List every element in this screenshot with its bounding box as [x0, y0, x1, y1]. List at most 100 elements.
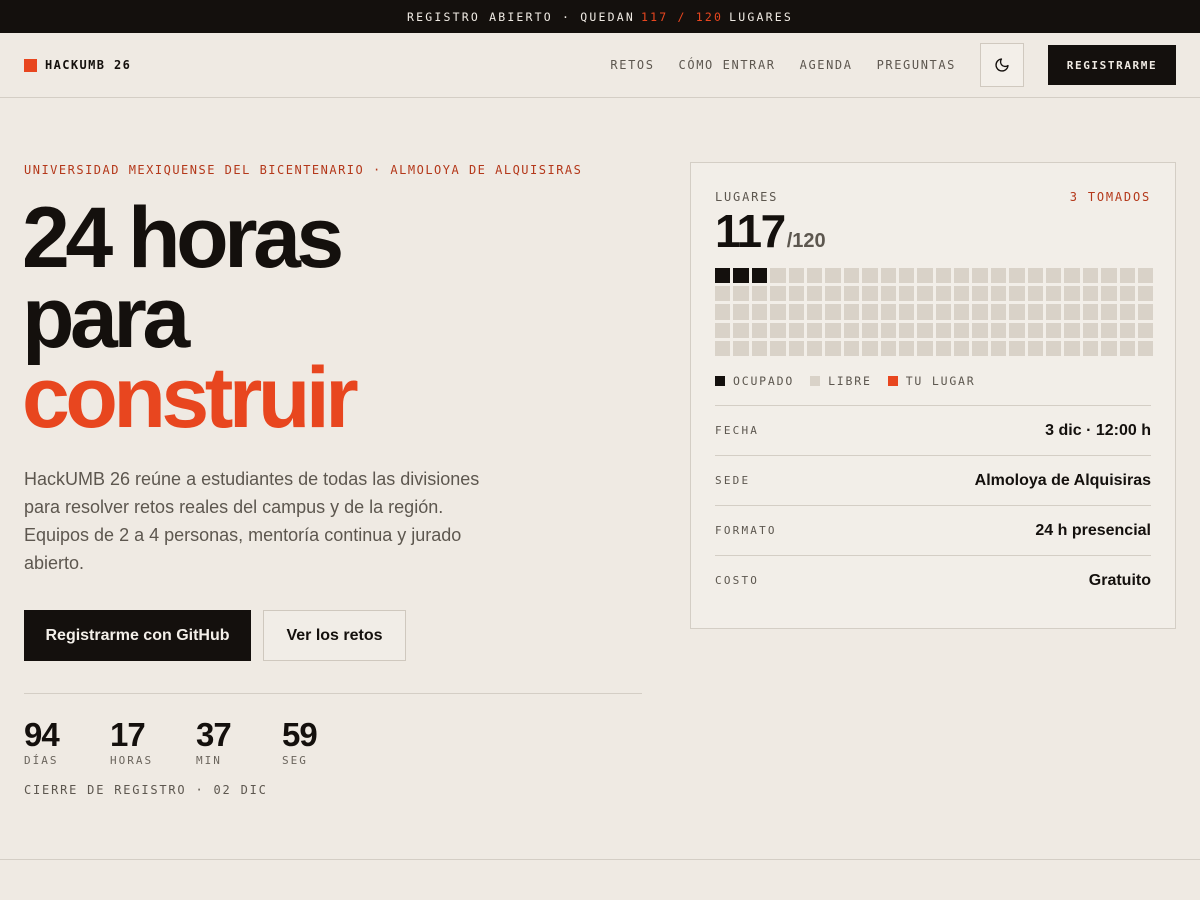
seat-free	[862, 304, 878, 320]
announcement-bar: REGISTRO ABIERTO · QUEDAN 117 / 120 LUGA…	[0, 0, 1200, 33]
seat-free	[825, 322, 841, 338]
view-challenges-button[interactable]: Ver los retos	[263, 610, 406, 661]
seats-card: LUGARES 3 TOMADOS 117 /120 OCUPADO LIBRE…	[690, 162, 1176, 629]
moon-icon	[995, 58, 1009, 72]
detail-key: COSTO	[715, 574, 760, 587]
seat-free	[880, 322, 896, 338]
seat-free	[751, 304, 768, 320]
seat-free	[715, 322, 731, 338]
seat-free	[1137, 322, 1154, 338]
seat-free	[806, 304, 823, 320]
main-nav: RETOS CÓMO ENTRAR AGENDA PREGUNTAS	[610, 57, 956, 73]
seat-free	[806, 286, 823, 302]
seat-free	[972, 268, 988, 284]
countdown-label: HORAS	[110, 754, 154, 767]
hero-title-line-1: 24 horas	[22, 190, 344, 286]
legend-label: OCUPADO	[733, 374, 795, 388]
hero-eyebrow: UNIVERSIDAD MEXIQUENSE DEL BICENTENARIO …	[24, 163, 583, 177]
seat-free	[898, 304, 915, 320]
countdown-hours: 17 HORAS	[110, 716, 196, 767]
seat-free	[843, 322, 860, 338]
countdown-seconds: 59 SEG	[282, 716, 368, 767]
seat-free	[917, 268, 933, 284]
seat-taken	[751, 268, 768, 284]
countdown-label: SEG	[282, 754, 308, 767]
seat-free	[1046, 286, 1062, 302]
legend-free: LIBRE	[810, 374, 872, 388]
seat-free	[806, 268, 823, 284]
seat-free	[1064, 286, 1080, 302]
seat-free	[733, 340, 749, 356]
site-header: HACKUMB 26 RETOS CÓMO ENTRAR AGENDA PREG…	[0, 33, 1200, 98]
section-divider	[0, 859, 1200, 860]
legend-taken: OCUPADO	[715, 374, 794, 388]
seat-free	[770, 304, 786, 320]
nav-item-como-entrar[interactable]: CÓMO ENTRAR	[679, 58, 776, 72]
seat-free	[770, 286, 786, 302]
seat-free	[898, 268, 915, 284]
seat-free	[733, 286, 749, 302]
countdown-label: DÍAS	[24, 754, 59, 767]
seat-free	[880, 268, 896, 284]
nav-item-retos[interactable]: RETOS	[610, 58, 654, 72]
seat-free	[1082, 286, 1099, 302]
seat-free	[917, 286, 933, 302]
seat-free	[770, 322, 786, 338]
legend-label: LIBRE	[828, 374, 872, 388]
seat-free	[862, 268, 878, 284]
detail-key: FORMATO	[715, 524, 777, 537]
hero-title: 24 horas para construir	[22, 190, 359, 446]
github-register-button[interactable]: Registrarme con GitHub	[24, 610, 251, 661]
seat-free	[751, 322, 768, 338]
seat-legend: OCUPADO LIBRE TU LUGAR	[715, 374, 976, 388]
detail-value: Almoloya de Alquisiras	[974, 471, 1151, 489]
countdown-value: 94	[24, 716, 60, 753]
register-button[interactable]: REGISTRARME	[1048, 45, 1176, 85]
logo[interactable]: HACKUMB 26	[24, 58, 131, 72]
seat-taken	[733, 268, 749, 284]
legend-swatch-mine	[887, 376, 898, 386]
seat-free	[788, 268, 804, 284]
seat-grid	[715, 268, 1154, 356]
seat-free	[935, 286, 952, 302]
seats-available: 117	[715, 205, 786, 257]
seat-free	[751, 340, 768, 356]
seats-label: LUGARES	[715, 190, 779, 204]
seat-free	[1119, 322, 1135, 338]
registration-close-note: CIERRE DE REGISTRO · 02 DIC	[24, 783, 268, 797]
seat-free	[990, 340, 1007, 356]
seat-free	[935, 340, 952, 356]
detail-value: 24 h presencial	[1035, 521, 1151, 539]
seat-free	[1027, 322, 1044, 338]
seat-free	[825, 268, 841, 284]
seat-free	[788, 304, 804, 320]
countdown-days: 94 DÍAS	[24, 716, 110, 767]
seat-free	[843, 340, 860, 356]
seat-free	[825, 304, 841, 320]
seat-free	[862, 286, 878, 302]
seat-free	[935, 322, 952, 338]
theme-toggle-button[interactable]	[980, 43, 1024, 87]
seat-free	[898, 286, 915, 302]
nav-item-preguntas[interactable]: PREGUNTAS	[877, 58, 956, 72]
seat-free	[862, 340, 878, 356]
seats-total: /120	[786, 230, 826, 252]
announcement-seats: 117 / 120	[641, 9, 724, 24]
countdown-label: MIN	[196, 754, 222, 767]
seats-taken-badge: 3 TOMADOS	[1069, 190, 1151, 204]
legend-swatch-taken	[715, 376, 725, 386]
nav-item-agenda[interactable]: AGENDA	[800, 58, 853, 72]
seat-free	[1009, 304, 1025, 320]
seat-free	[898, 322, 915, 338]
seat-free	[1009, 286, 1025, 302]
seat-free	[1009, 340, 1025, 356]
seat-free	[1046, 322, 1062, 338]
seat-free	[1064, 304, 1080, 320]
seat-free	[1027, 340, 1044, 356]
seat-free	[972, 340, 988, 356]
seat-free	[954, 340, 970, 356]
hero-title-line-3: construir	[22, 350, 359, 446]
seat-free	[990, 286, 1007, 302]
detail-value: 3 dic · 12:00 h	[1045, 421, 1151, 439]
announcement-prefix: REGISTRO ABIERTO · QUEDAN	[406, 9, 636, 24]
